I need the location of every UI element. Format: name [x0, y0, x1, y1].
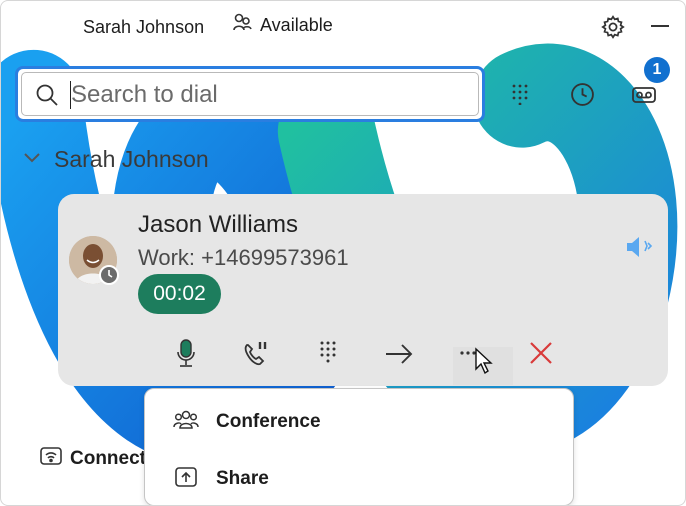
gear-icon[interactable]	[600, 14, 626, 40]
menu-item-conference[interactable]: Conference	[145, 392, 573, 448]
voicemail-badge: 1	[644, 57, 670, 83]
keypad-icon[interactable]	[509, 83, 531, 105]
minimize-icon[interactable]	[651, 25, 669, 27]
menu-item-label: Share	[216, 468, 269, 489]
speaker-icon[interactable]	[625, 234, 653, 260]
share-icon	[175, 467, 197, 487]
caller-name: Jason Williams	[138, 211, 299, 238]
microphone-icon[interactable]	[171, 337, 201, 369]
voicemail-icon[interactable]	[631, 83, 657, 107]
menu-item-label: Conference	[216, 411, 321, 432]
menu-item-share[interactable]: Share	[145, 449, 573, 505]
section-title[interactable]: Sarah Johnson	[54, 146, 209, 173]
people-icon	[173, 410, 199, 429]
presence-icon[interactable]	[231, 12, 253, 34]
connect-icon[interactable]	[39, 446, 63, 468]
end-call-icon[interactable]	[526, 337, 556, 369]
search-input[interactable]	[71, 80, 451, 110]
keypad-icon[interactable]	[313, 337, 343, 369]
hold-icon[interactable]	[241, 337, 271, 369]
more-options-menu: Conference Share	[144, 388, 574, 505]
connect-label[interactable]: Connect	[70, 448, 146, 470]
call-timer: 00:02	[138, 274, 221, 314]
presence-status[interactable]: Available	[260, 15, 333, 36]
chevron-down-icon[interactable]	[23, 149, 41, 167]
user-name[interactable]: Sarah Johnson	[83, 17, 204, 38]
mouse-cursor-icon	[475, 347, 493, 375]
clock-icon	[99, 265, 119, 285]
app-window: Sarah Johnson Available 1 Sarah Johnson	[0, 0, 686, 506]
caller-number: Work: +14699573961	[138, 245, 349, 270]
clock-icon[interactable]	[570, 82, 595, 107]
arrow-right-icon[interactable]	[384, 337, 414, 369]
search-icon	[36, 84, 58, 106]
